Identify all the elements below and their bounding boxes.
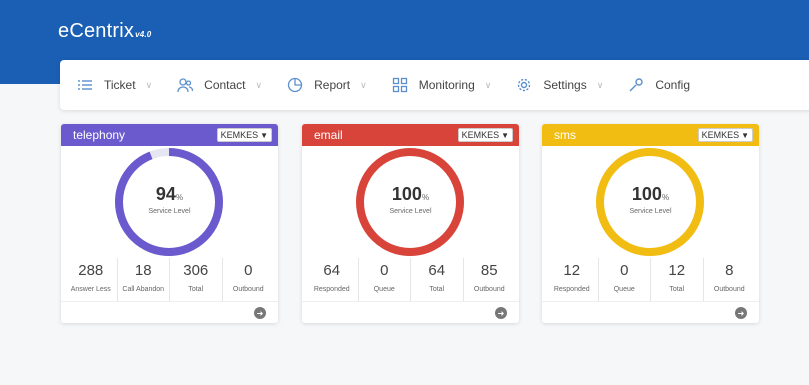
card-footer: ➜ bbox=[61, 301, 278, 323]
arrow-right-icon[interactable]: ➜ bbox=[735, 307, 747, 319]
nav-monitoring[interactable]: Monitoring ∨ bbox=[391, 60, 492, 110]
list-icon bbox=[76, 76, 94, 94]
tenant-select[interactable]: KEMKES ▼ bbox=[216, 128, 272, 142]
chevron-down-icon: ∨ bbox=[255, 79, 263, 90]
email-card: email KEMKES ▼ 100% Service Level 64 Respo… bbox=[302, 124, 519, 323]
service-level-label: Service Level bbox=[148, 208, 191, 215]
stat-call-abandon: 18 Call Abandon bbox=[118, 258, 170, 301]
service-level-value: 100% bbox=[631, 184, 670, 204]
chevron-down-icon: ∨ bbox=[145, 79, 153, 90]
service-level-gauge: 94% Service Level bbox=[61, 146, 278, 258]
stats-row: 64 Responded 0 Queue 64 Total 85 Outbound bbox=[302, 258, 519, 301]
card-title: telephony bbox=[73, 128, 126, 142]
contacts-icon bbox=[176, 76, 194, 94]
grid-icon bbox=[391, 76, 409, 94]
card-title: sms bbox=[554, 128, 576, 142]
stat-outbound: 85 Outbound bbox=[473, 262, 505, 293]
nav-config[interactable]: Config bbox=[627, 60, 690, 110]
service-level-label: Service Level bbox=[389, 208, 432, 215]
stat-responded: 12 Responded bbox=[546, 258, 599, 301]
app-logo[interactable]: eCentrixv4.0 bbox=[58, 20, 151, 43]
stat-outbound: 0 Outbound bbox=[232, 262, 264, 293]
stat-responded: 64 Responded bbox=[306, 258, 359, 301]
card-title: email bbox=[314, 128, 343, 142]
card-header: email KEMKES ▼ bbox=[302, 124, 519, 146]
chevron-down-icon: ∨ bbox=[484, 79, 492, 90]
nav-report[interactable]: Report ∨ bbox=[286, 60, 367, 110]
chevron-down-icon: ▼ bbox=[741, 130, 749, 140]
stat-total: 306 Total bbox=[170, 258, 223, 301]
stat-answer-less: 288 Answer Less bbox=[65, 258, 118, 301]
wrench-icon bbox=[627, 76, 645, 94]
nav-ticket[interactable]: Ticket ∨ bbox=[76, 60, 152, 110]
service-level-gauge: 100% Service Level bbox=[542, 146, 759, 258]
card-footer: ➜ bbox=[542, 301, 759, 323]
stat-queue: 0 Queue bbox=[359, 258, 411, 301]
sms-card: sms KEMKES ▼ 100% Service Level 12 Respond… bbox=[542, 124, 759, 323]
stat-queue: 0 Queue bbox=[599, 258, 651, 301]
telephony-card: telephony KEMKES ▼ 94% Service Level 288 A… bbox=[61, 124, 278, 323]
service-level-gauge: 100% Service Level bbox=[302, 146, 519, 258]
chevron-down-icon: ▼ bbox=[501, 130, 509, 140]
gear-icon bbox=[515, 76, 533, 94]
service-level-value: 100% bbox=[391, 184, 430, 204]
main-navigation: Ticket ∨ Contact ∨ Report ∨ Monitoring ∨ Set… bbox=[60, 60, 809, 110]
service-level-label: Service Level bbox=[629, 208, 672, 215]
chevron-down-icon: ∨ bbox=[360, 79, 367, 90]
tenant-select[interactable]: KEMKES ▼ bbox=[697, 128, 753, 142]
nav-settings[interactable]: Settings ∨ bbox=[515, 60, 603, 110]
nav-contact[interactable]: Contact ∨ bbox=[176, 60, 262, 110]
card-header: sms KEMKES ▼ bbox=[542, 124, 759, 146]
tenant-select[interactable]: KEMKES ▼ bbox=[457, 128, 513, 142]
stat-total: 12 Total bbox=[651, 258, 704, 301]
arrow-right-icon[interactable]: ➜ bbox=[254, 307, 266, 319]
card-header: telephony KEMKES ▼ bbox=[61, 124, 278, 146]
service-level-value: 94% bbox=[155, 184, 184, 204]
stats-row: 12 Responded 0 Queue 12 Total 8 Outbound bbox=[542, 258, 759, 301]
stat-total: 64 Total bbox=[411, 258, 464, 301]
card-footer: ➜ bbox=[302, 301, 519, 323]
stat-outbound: 8 Outbound bbox=[713, 262, 745, 293]
stats-row: 288 Answer Less 18 Call Abandon 306 Total 0… bbox=[61, 258, 278, 301]
arrow-right-icon[interactable]: ➜ bbox=[495, 307, 507, 319]
chevron-down-icon: ∨ bbox=[596, 79, 604, 90]
chevron-down-icon: ▼ bbox=[260, 130, 268, 140]
report-icon bbox=[286, 76, 304, 94]
